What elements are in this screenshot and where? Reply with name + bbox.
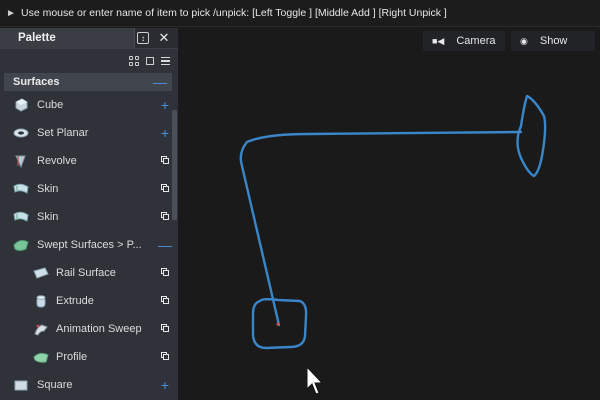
pin-icon[interactable]: ↕ [137, 32, 149, 44]
palette-item-label: Rail Surface [56, 267, 116, 279]
close-icon[interactable]: ✕ [158, 31, 170, 44]
palette-item[interactable]: Swept Surfaces > P... — [0, 231, 178, 259]
palette-item-label: Extrude [56, 295, 94, 307]
pick-point [276, 322, 280, 326]
palette-item[interactable]: Revolve [0, 147, 178, 175]
palette-item-label: Cube [37, 99, 64, 111]
profile-icon [33, 350, 49, 364]
rail-curve[interactable] [239, 130, 523, 327]
palette-item[interactable]: Square + [0, 371, 178, 399]
rail-surface-icon [33, 266, 49, 280]
eye-icon: ◉ [520, 35, 528, 46]
palette-item-label: Revolve [37, 155, 77, 167]
palette-item[interactable]: Cube + [0, 91, 178, 119]
prompt-bar: ► Use mouse or enter name of item to pic… [0, 0, 600, 27]
swept-surfaces-icon [13, 238, 29, 252]
palette-item-label: Skin [37, 211, 59, 223]
palette-tab[interactable]: Palette [0, 28, 135, 48]
skin-icon [13, 182, 29, 196]
palette-item-label: Square [37, 379, 73, 391]
section-label: Surfaces [13, 76, 60, 88]
set-planar-icon [13, 126, 29, 140]
palette-item[interactable]: Profile [0, 343, 178, 371]
palette-item-label: Swept Surfaces > P... [37, 239, 142, 251]
section-header-surfaces[interactable]: Surfaces — [4, 73, 172, 91]
grid-view-icon[interactable] [129, 56, 139, 66]
profile-curve-right[interactable] [516, 94, 547, 178]
palette-header: Palette ↕ ✕ [0, 28, 178, 49]
palette-item[interactable]: Rail Surface [0, 259, 178, 287]
mouse-cursor-icon [306, 365, 324, 395]
palette-toolbar [0, 49, 178, 73]
animation-sweep-icon [33, 322, 49, 336]
cube-icon [13, 98, 29, 112]
palette-item[interactable]: Set Planar + [0, 119, 178, 147]
prompt-text: Use mouse or enter name of item to pick … [21, 7, 447, 19]
camera-label: Camera [456, 35, 496, 47]
camera-button[interactable]: ■◀ Camera [423, 31, 505, 51]
show-label: Show [539, 35, 568, 47]
collapse-icon[interactable]: — [148, 74, 172, 90]
skin-icon [13, 210, 29, 224]
extrude-icon [33, 294, 49, 308]
square-icon [13, 378, 29, 392]
viewport-canvas[interactable] [178, 28, 600, 400]
palette-item[interactable]: Skin [0, 203, 178, 231]
palette-item-label: Skin [37, 183, 59, 195]
scrollbar-thumb[interactable] [172, 110, 177, 220]
palette-item[interactable]: Animation Sweep [0, 315, 178, 343]
video-camera-icon: ■◀ [432, 35, 445, 46]
single-view-icon[interactable] [146, 57, 154, 65]
revolve-icon [13, 154, 29, 169]
show-button[interactable]: ◉ Show [511, 31, 595, 51]
prompt-arrow-icon: ► [6, 7, 16, 19]
palette-panel: Palette ↕ ✕ Surfaces — Cube + Set Planar + R… [0, 28, 178, 400]
scrollbar[interactable] [172, 110, 177, 400]
palette-item-label: Set Planar [37, 127, 89, 139]
palette-item-label: Profile [56, 351, 88, 363]
palette-list: Surfaces — Cube + Set Planar + Revolve Skin Sk… [0, 73, 178, 399]
menu-icon[interactable] [161, 56, 170, 66]
palette-item-label: Animation Sweep [56, 323, 142, 335]
palette-item[interactable]: Skin [0, 175, 178, 203]
viewport[interactable]: ■◀ Camera ◉ Show [178, 28, 600, 400]
palette-item[interactable]: Extrude [0, 287, 178, 315]
